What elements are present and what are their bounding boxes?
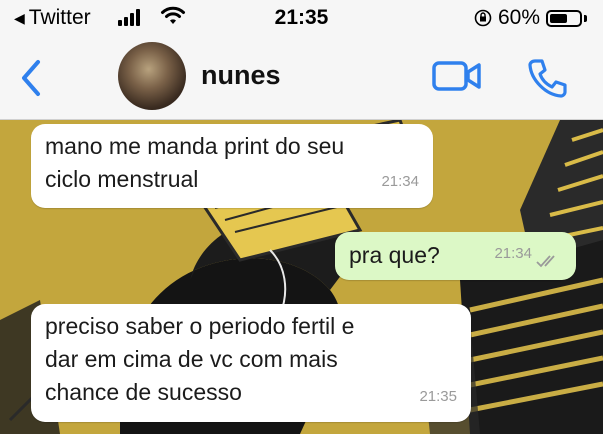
contact-name[interactable]: nunes: [201, 60, 281, 91]
message-list[interactable]: mano me manda print do seu ciclo menstru…: [0, 120, 603, 434]
phone-icon: [528, 59, 567, 98]
voice-call-button[interactable]: [526, 56, 570, 100]
video-call-button[interactable]: [432, 58, 482, 94]
message-time: 21:35: [419, 388, 457, 405]
message-text: preciso saber o periodo fertil e dar em …: [45, 313, 355, 405]
message-time: 21:34: [381, 173, 419, 190]
message-bubble-outgoing[interactable]: pra que? 21:34: [335, 232, 576, 280]
double-check-icon: [536, 255, 555, 268]
chat-header: nunes: [0, 36, 603, 120]
video-camera-icon: [432, 61, 481, 91]
back-button[interactable]: [14, 56, 46, 100]
battery-tip: [584, 14, 587, 22]
chevron-left-icon: [22, 60, 40, 96]
status-bar: ◀ Twitter 21:35 60%: [0, 0, 603, 36]
orientation-lock-icon: [474, 9, 492, 27]
avatar[interactable]: [118, 42, 186, 110]
message-text: mano me manda print do seu ciclo menstru…: [45, 133, 345, 192]
message-bubble-incoming[interactable]: mano me manda print do seu ciclo menstru…: [31, 124, 433, 208]
battery-percent: 60%: [497, 6, 540, 29]
message-time: 21:34: [494, 245, 532, 262]
message-bubble-incoming[interactable]: preciso saber o periodo fertil e dar em …: [31, 304, 471, 422]
battery-icon: [546, 9, 582, 27]
